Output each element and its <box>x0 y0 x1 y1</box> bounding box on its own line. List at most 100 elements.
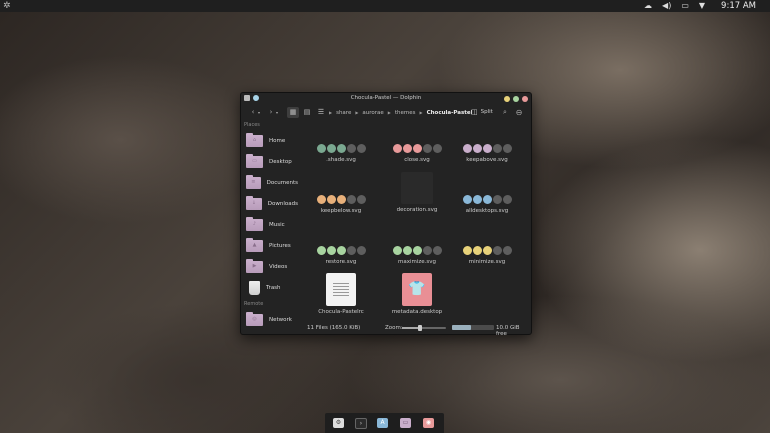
file-item[interactable]: alldesktops.svg <box>453 194 521 214</box>
zoom-slider-handle[interactable] <box>418 325 423 331</box>
button-preview <box>307 245 375 256</box>
breadcrumb-current[interactable]: Chocula-Pastel <box>427 110 473 116</box>
button-preview-circle <box>492 246 502 255</box>
file-item[interactable]: keepbelow.svg <box>307 194 375 214</box>
file-item[interactable]: restore.svg <box>307 245 375 265</box>
button-preview-circle <box>492 195 502 204</box>
button-preview <box>453 143 521 154</box>
split-button[interactable]: ◫ Split <box>471 106 493 119</box>
button-preview-circle <box>316 246 326 255</box>
button-preview-circle <box>472 246 482 255</box>
settings-app-icon[interactable]: ⚙ <box>333 418 344 428</box>
desktop-folder-icon: ▭ <box>246 153 263 168</box>
remote-heading: Remote <box>244 301 264 307</box>
zoom-label: Zoom: <box>385 325 403 331</box>
file-item[interactable]: Chocula-Pastelrc <box>307 273 375 315</box>
icons-view-button[interactable]: ▦ <box>287 107 299 118</box>
weather-icon[interactable]: ☁ <box>644 0 652 12</box>
button-preview-circle <box>402 246 412 255</box>
sidebar-item-home[interactable]: ⌂ Home <box>244 132 298 149</box>
places-heading: Places <box>244 122 260 128</box>
toolbar: ‹ ▾ › ▾ ▦ ▤ ☰ ▶ share ▶ aurorae ▶ themes… <box>241 106 531 119</box>
search-icon[interactable]: ⌕ <box>500 106 510 119</box>
back-history-chevron-icon[interactable]: ▾ <box>257 106 261 119</box>
minimize-button[interactable] <box>504 96 510 102</box>
app-store-icon[interactable]: A <box>377 418 388 428</box>
disk-space-bar[interactable] <box>452 325 494 330</box>
breadcrumb-aurorae[interactable]: aurorae <box>362 110 383 116</box>
sidebar-item-trash[interactable]: Trash <box>244 279 298 296</box>
file-item[interactable]: decoration.svg <box>383 172 451 213</box>
free-space: 10.0 GiB free <box>496 325 520 337</box>
button-preview-circle <box>492 144 502 153</box>
terminal-app-icon[interactable]: › <box>355 418 367 429</box>
file-item[interactable]: 👕 metadata.desktop <box>383 273 451 315</box>
status-bar: 11 Files (165.0 KiB) Zoom: 10.0 GiB free <box>301 322 530 337</box>
button-preview-circle <box>336 144 346 153</box>
button-preview-circle <box>392 144 402 153</box>
volume-icon[interactable]: ◀) <box>662 0 671 12</box>
close-button[interactable] <box>522 96 528 102</box>
sidebar-item-pictures[interactable]: ▲ Pictures <box>244 237 298 254</box>
places-panel: Places ⌂ Home ▭ Desktop ≡ Documents ↓ Do… <box>241 120 299 334</box>
forward-button[interactable]: › <box>267 106 275 119</box>
button-preview <box>453 194 521 205</box>
button-preview-circle <box>502 144 512 153</box>
sidebar-item-music[interactable]: ♪ Music <box>244 216 298 233</box>
button-preview-circle <box>346 144 356 153</box>
decoration-preview <box>401 172 433 204</box>
browser-icon[interactable]: ◉ <box>423 418 434 428</box>
file-item[interactable]: .shade.svg <box>307 143 375 163</box>
breadcrumb-share[interactable]: share <box>336 110 351 116</box>
breadcrumb-themes[interactable]: themes <box>395 110 416 116</box>
trash-icon <box>249 280 260 295</box>
button-preview-circle <box>502 246 512 255</box>
button-preview-circle <box>326 144 336 153</box>
desktop-file-icon: 👕 <box>402 273 432 306</box>
sidebar-item-network[interactable]: ◎ Network <box>244 311 298 328</box>
file-item[interactable]: maximize.svg <box>383 245 451 265</box>
split-view-icon: ◫ <box>471 108 478 116</box>
home-folder-icon: ⌂ <box>246 132 263 147</box>
file-item[interactable]: minimize.svg <box>453 245 521 265</box>
button-preview-circle <box>432 144 442 153</box>
forward-history-chevron-icon[interactable]: ▾ <box>275 106 279 119</box>
file-item[interactable]: close.svg <box>383 143 451 163</box>
sidebar-item-documents[interactable]: ≡ Documents <box>244 174 298 191</box>
network-icon[interactable]: ▼ <box>699 0 705 12</box>
sidebar-item-videos[interactable]: ▶ Videos <box>244 258 298 275</box>
button-preview-circle <box>472 195 482 204</box>
dock: ⚙ › A ▭ ◉ <box>325 413 444 433</box>
button-preview-circle <box>472 144 482 153</box>
menu-icon[interactable]: ⊖ <box>514 106 524 119</box>
breadcrumb-separator-icon: ▶ <box>387 110 391 115</box>
button-preview-circle <box>336 195 346 204</box>
clock[interactable]: 9:17 AM <box>721 1 756 11</box>
file-item[interactable]: keepabove.svg <box>453 143 521 163</box>
zoom-slider[interactable] <box>402 325 446 331</box>
videos-folder-icon: ▶ <box>246 258 263 273</box>
titlebar[interactable]: Chocula-Pastel — Dolphin <box>241 93 531 105</box>
details-view-button[interactable]: ☰ <box>315 107 327 118</box>
sidebar-item-desktop[interactable]: ▭ Desktop <box>244 153 298 170</box>
window-title: Chocula-Pastel — Dolphin <box>350 95 422 101</box>
file-manager-icon[interactable]: ▭ <box>400 418 411 428</box>
breadcrumb-separator-icon: ▶ <box>419 110 423 115</box>
maximize-button[interactable] <box>513 96 519 102</box>
button-preview-circle <box>346 246 356 255</box>
disk-space-used <box>452 325 472 330</box>
plasma-launcher-icon[interactable]: ✲ <box>3 1 13 11</box>
button-preview-circle <box>346 195 356 204</box>
button-preview-circle <box>356 246 366 255</box>
documents-folder-icon: ≡ <box>246 174 261 189</box>
file-count: 11 Files (165.0 KiB) <box>307 325 361 331</box>
display-icon[interactable]: ▭ <box>681 0 689 12</box>
button-preview-circle <box>462 246 472 255</box>
button-preview-circle <box>462 195 472 204</box>
button-preview-circle <box>502 195 512 204</box>
file-view: .shade.svg close.svg keepabove.svg keepb… <box>301 120 530 322</box>
back-button[interactable]: ‹ <box>249 106 257 119</box>
compact-view-button[interactable]: ▤ <box>301 107 313 118</box>
breadcrumb: ▶ share ▶ aurorae ▶ themes ▶ Chocula-Pas… <box>329 106 473 119</box>
sidebar-item-downloads[interactable]: ↓ Downloads <box>244 195 298 212</box>
